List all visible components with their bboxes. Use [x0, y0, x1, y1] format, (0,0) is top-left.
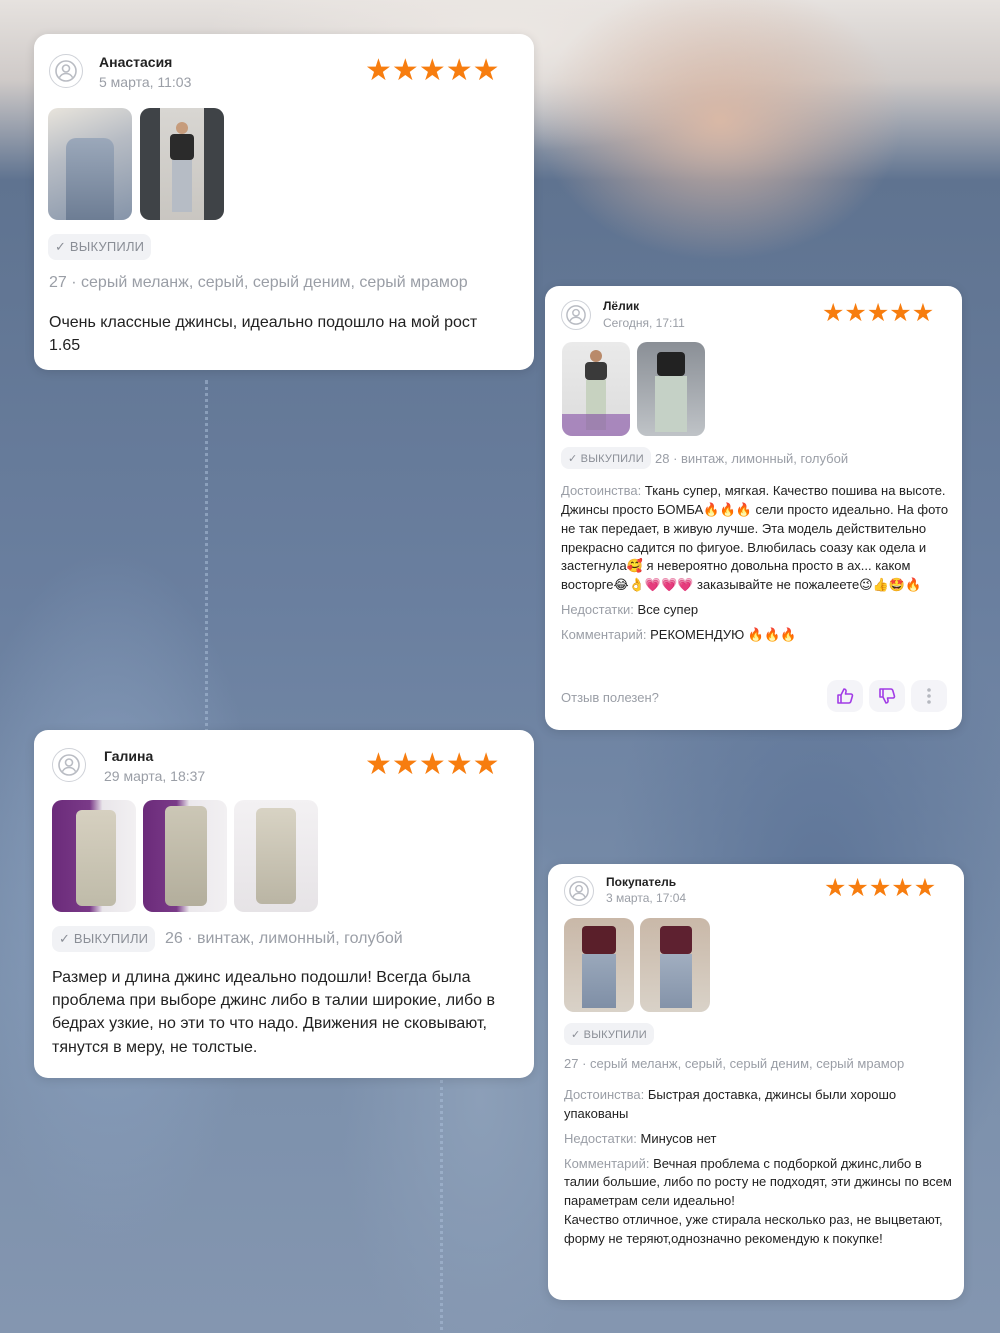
cons-text: Минусов нет — [640, 1130, 717, 1146]
variant-info: 26 · винтаж, лимонный, голубой — [165, 930, 403, 947]
review-text: Размер и длина джинс идеально подошли! В… — [52, 969, 495, 1056]
purchased-badge: ✓ ВЫКУПИЛИ — [48, 234, 152, 260]
review-photo[interactable] — [52, 800, 136, 912]
thumbs-down-button[interactable] — [869, 680, 905, 712]
review-card: Покупатель 3 марта, 17:04 ★ ★ ★ ★ ★ ✓ ВЫ… — [548, 864, 964, 1300]
review-photo[interactable] — [234, 800, 318, 912]
jeans-seam — [205, 380, 214, 740]
purchased-badge: ✓ ВЫКУПИЛИ — [564, 1023, 654, 1045]
user-icon — [58, 754, 80, 776]
review-text: Очень классные джинсы, идеально подошло … — [49, 314, 478, 355]
star-icon: ★ — [868, 874, 892, 902]
star-icon: ★ — [365, 748, 392, 781]
pros-text: Ткань супер, мягкая. Качество пошива на … — [561, 483, 949, 593]
star-icon: ★ — [472, 748, 500, 781]
variant-info: 28 · винтаж, лимонный, голубой — [655, 451, 849, 466]
pros-label: Достоинства: — [564, 1087, 645, 1102]
comment-text: РЕКОМЕНДУЮ 🔥🔥🔥 — [650, 626, 797, 642]
review-photo[interactable] — [637, 342, 705, 436]
review-date: 5 марта, 11:03 — [99, 74, 192, 90]
thumbs-down-icon — [879, 688, 896, 704]
star-icon: ★ — [418, 748, 446, 781]
star-icon: ★ — [844, 299, 867, 327]
cons-row: Недостатки: Все супер — [561, 601, 953, 620]
comment-label: Комментарий: — [561, 626, 647, 642]
rating-stars: ★ ★ ★ ★ ★ — [365, 750, 500, 780]
cons-text: Все супер — [637, 602, 699, 618]
avatar — [561, 300, 591, 330]
variant-info: 27 · серый меланж, серый, серый деним, с… — [564, 1056, 905, 1071]
pros-row: Достоинства: Ткань супер, мягкая. Качест… — [561, 482, 953, 595]
star-icon: ★ — [822, 299, 845, 327]
avatar — [49, 54, 83, 88]
user-icon — [569, 881, 589, 901]
review-date: Сегодня, 17:11 — [603, 316, 685, 330]
review-photo[interactable] — [562, 342, 630, 436]
review-photo[interactable] — [48, 108, 132, 220]
user-icon — [55, 60, 77, 82]
star-icon: ★ — [913, 874, 937, 902]
review-photo[interactable] — [640, 918, 710, 1012]
star-icon: ★ — [445, 748, 473, 781]
review-card: Галина 29 марта, 18:37 ★ ★ ★ ★ ★ ✓ ВЫКУП… — [34, 730, 534, 1078]
star-icon: ★ — [445, 54, 473, 87]
avatar — [52, 748, 86, 782]
cons-label: Недостатки: — [561, 602, 634, 618]
rating-stars: ★ ★ ★ ★ ★ — [824, 876, 936, 901]
star-icon: ★ — [866, 299, 890, 327]
review-date: 29 марта, 18:37 — [104, 768, 206, 784]
pros-row: Достоинства: Быстрая доставка, джинсы бы… — [564, 1086, 952, 1124]
review-photo[interactable] — [140, 108, 224, 220]
reviewer-name: Галина — [104, 748, 154, 764]
helpful-question: Отзыв полезен? — [561, 690, 659, 705]
thumbs-up-button[interactable] — [827, 680, 863, 712]
star-icon: ★ — [391, 54, 419, 87]
star-icon: ★ — [846, 874, 869, 902]
review-card: Лёлик Сегодня, 17:11 ★ ★ ★ ★ ★ ✓ ВЫКУПИЛ… — [545, 286, 962, 730]
more-vertical-icon — [927, 688, 931, 704]
reviewer-name: Лёлик — [603, 299, 640, 313]
review-details: Достоинства: Быстрая доставка, джинсы бы… — [564, 1086, 952, 1249]
star-icon: ★ — [418, 54, 446, 87]
star-icon: ★ — [911, 299, 935, 327]
cons-label: Недостатки: — [564, 1130, 637, 1146]
star-icon: ★ — [891, 874, 914, 902]
star-icon: ★ — [391, 748, 419, 781]
comment-label: Комментарий: — [564, 1155, 650, 1171]
avatar — [564, 876, 594, 906]
purchased-badge: ✓ ВЫКУПИЛИ — [561, 447, 651, 469]
reviewer-name: Покупатель — [606, 875, 677, 889]
star-icon: ★ — [824, 874, 847, 902]
star-icon: ★ — [472, 54, 500, 87]
more-options-button[interactable] — [911, 680, 947, 712]
thumbs-up-icon — [837, 688, 854, 704]
review-card: Анастасия 5 марта, 11:03 ★ ★ ★ ★ ★ ✓ ВЫК… — [34, 34, 534, 370]
review-photo[interactable] — [143, 800, 227, 912]
pros-label: Достоинства: — [561, 483, 642, 498]
review-details: Достоинства: Ткань супер, мягкая. Качест… — [561, 482, 953, 645]
rating-stars: ★ ★ ★ ★ ★ — [822, 301, 934, 326]
variant-info: 27 · серый меланж, серый, серый деним, с… — [49, 274, 468, 291]
comment-continued: Качество отличное, уже стирала несколько… — [564, 1212, 943, 1246]
jeans-seam — [440, 1080, 449, 1330]
user-icon — [566, 305, 586, 325]
cons-row: Недостатки: Минусов нет — [564, 1130, 952, 1149]
rating-stars: ★ ★ ★ ★ ★ — [365, 56, 500, 86]
reviewer-name: Анастасия — [99, 54, 173, 70]
review-photo[interactable] — [564, 918, 634, 1012]
purchased-badge: ✓ ВЫКУПИЛИ — [52, 926, 156, 952]
star-icon: ★ — [889, 299, 912, 327]
review-date: 3 марта, 17:04 — [606, 891, 687, 905]
star-icon: ★ — [365, 54, 392, 87]
comment-row: Комментарий: РЕКОМЕНДУЮ 🔥🔥🔥 — [561, 626, 953, 645]
comment-row: Комментарий: Вечная проблема с подборкой… — [564, 1155, 952, 1212]
